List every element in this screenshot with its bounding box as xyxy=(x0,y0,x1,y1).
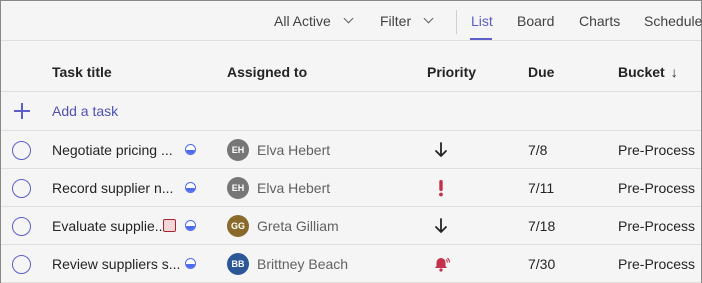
task-row[interactable]: Evaluate supplie... GG Greta Gilliam 7/1… xyxy=(1,207,701,245)
filter-label: Filter xyxy=(380,13,412,29)
tab-list[interactable]: List xyxy=(471,1,493,41)
assignee-name[interactable]: Elva Hebert xyxy=(257,169,330,207)
bucket-name[interactable]: Pre-Process xyxy=(618,245,695,283)
plus-icon xyxy=(14,103,30,119)
all-active-label: All Active xyxy=(274,13,331,29)
add-task-label: Add a task xyxy=(52,103,119,119)
planner-task-list: All Active Filter List Board Charts Sche… xyxy=(0,0,702,283)
task-title[interactable]: Negotiate pricing ... xyxy=(52,131,173,169)
task-row[interactable]: Negotiate pricing ... EH Elva Hebert 7/8… xyxy=(1,131,701,169)
task-row[interactable]: Record supplier n... EH Elva Hebert 7/11… xyxy=(1,169,701,207)
toolbar-divider xyxy=(456,10,457,34)
complete-task-checkbox[interactable] xyxy=(12,179,31,198)
low-priority-arrow-icon xyxy=(435,218,447,233)
due-date[interactable]: 7/30 xyxy=(528,245,555,283)
bucket-name[interactable]: Pre-Process xyxy=(618,131,695,169)
tab-schedule[interactable]: Schedule xyxy=(644,1,702,41)
filter-dropdown[interactable]: Filter xyxy=(380,1,434,41)
bucket-header-label: Bucket xyxy=(618,64,665,80)
complete-task-checkbox[interactable] xyxy=(12,141,31,160)
active-tab-indicator xyxy=(470,38,492,40)
in-progress-icon xyxy=(185,258,196,269)
column-header-priority[interactable]: Priority xyxy=(427,42,476,92)
column-header-row: Task title Assigned to Priority Due Buck… xyxy=(1,42,701,92)
column-header-title[interactable]: Task title xyxy=(52,42,112,92)
complete-task-checkbox[interactable] xyxy=(12,255,31,274)
task-row[interactable]: Review suppliers s... BB Brittney Beach … xyxy=(1,245,701,283)
column-header-bucket[interactable]: Bucket ↓ xyxy=(618,42,678,92)
due-date[interactable]: 7/18 xyxy=(528,207,555,245)
add-task-row[interactable]: Add a task xyxy=(1,92,701,131)
tab-board[interactable]: Board xyxy=(517,1,554,41)
assignee-name[interactable]: Elva Hebert xyxy=(257,131,330,169)
low-priority-arrow-icon xyxy=(435,142,447,157)
task-title[interactable]: Record supplier n... xyxy=(52,169,173,207)
due-date[interactable]: 7/11 xyxy=(528,169,554,207)
column-header-assigned[interactable]: Assigned to xyxy=(227,42,307,92)
bucket-name[interactable]: Pre-Process xyxy=(618,169,695,207)
due-date[interactable]: 7/8 xyxy=(528,131,547,169)
important-exclamation-icon xyxy=(439,180,443,197)
label-tag-icon xyxy=(163,219,176,232)
toolbar: All Active Filter List Board Charts Sche… xyxy=(1,1,702,41)
bucket-name[interactable]: Pre-Process xyxy=(618,207,695,245)
column-header-due[interactable]: Due xyxy=(528,42,554,92)
chevron-down-icon xyxy=(343,13,354,24)
assignee-name[interactable]: Brittney Beach xyxy=(257,245,348,283)
all-active-dropdown[interactable]: All Active xyxy=(274,1,354,41)
assignee-name[interactable]: Greta Gilliam xyxy=(257,207,339,245)
in-progress-icon xyxy=(185,144,196,155)
avatar: GG xyxy=(227,215,249,237)
task-title[interactable]: Review suppliers s... xyxy=(52,245,180,283)
avatar: BB xyxy=(227,253,249,275)
avatar: EH xyxy=(227,177,249,199)
task-title[interactable]: Evaluate supplie... xyxy=(52,207,166,245)
urgent-bell-icon xyxy=(435,257,451,272)
avatar: EH xyxy=(227,139,249,161)
tab-charts[interactable]: Charts xyxy=(579,1,620,41)
complete-task-checkbox[interactable] xyxy=(12,217,31,236)
in-progress-icon xyxy=(185,182,196,193)
chevron-down-icon xyxy=(423,13,434,24)
in-progress-icon xyxy=(185,220,196,231)
